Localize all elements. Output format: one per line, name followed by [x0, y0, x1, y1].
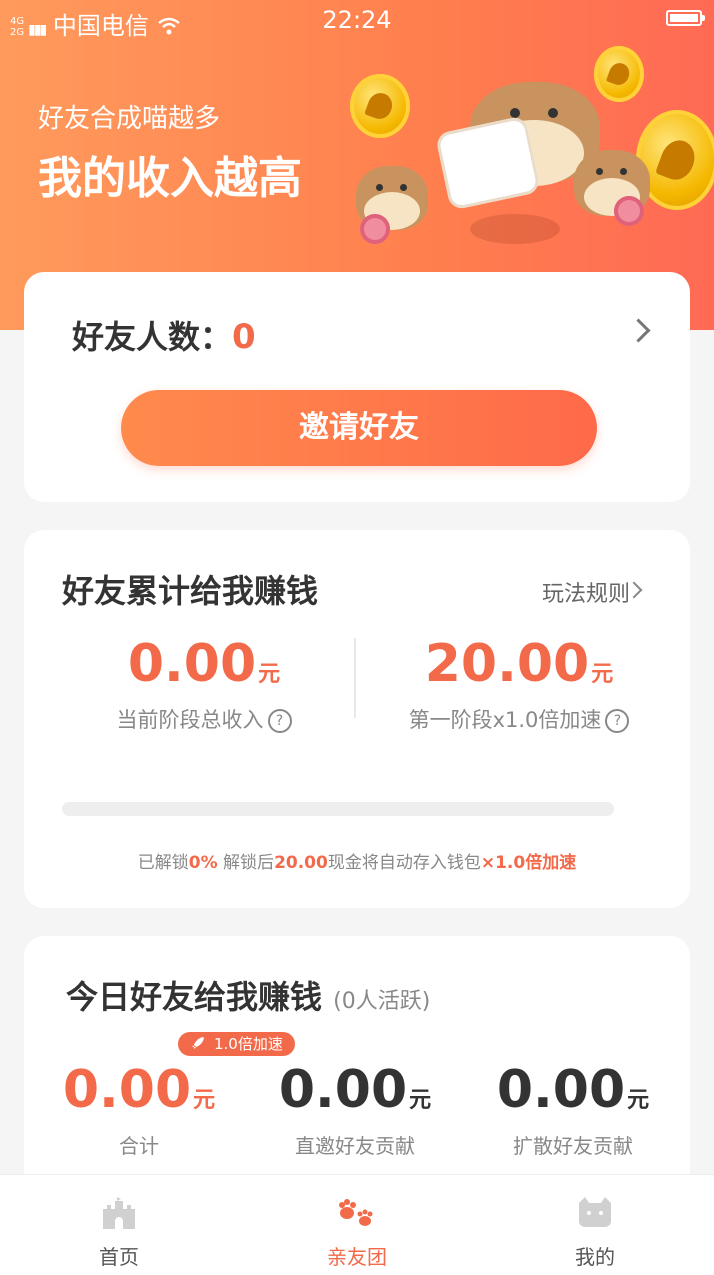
friend-count-row[interactable]: 好友人数：0	[72, 312, 256, 358]
invite-friends-button[interactable]: 邀请好友	[121, 390, 597, 466]
paw-icon	[339, 1199, 373, 1226]
tab-mine-label: 我的	[575, 1245, 615, 1269]
pacifier-image	[614, 196, 644, 226]
today-total-label: 合计	[119, 1134, 159, 1158]
hero-title: 我的收入越高	[38, 153, 302, 204]
direct-friends-value: 0.00	[278, 1060, 408, 1120]
rocket-icon	[192, 1037, 204, 1049]
spread-friends-unit: 元	[627, 1088, 650, 1113]
stage-target-stat: 20.00元 第一阶段x1.0倍加速?	[374, 634, 664, 734]
total-income-stat: 0.00元 当前阶段总收入?	[84, 634, 324, 734]
direct-friends-label: 直邀好友贡献	[295, 1134, 415, 1158]
rules-link[interactable]: 玩法规则	[542, 576, 630, 608]
tab-home-label: 首页	[99, 1245, 139, 1269]
active-count: (0人活跃)	[333, 989, 431, 1014]
status-time: 22:24	[322, 6, 392, 34]
spread-friends-value: 0.00	[496, 1060, 626, 1120]
today-total-stat: 0.00元 合计	[44, 1060, 234, 1159]
direct-friends-stat: 0.00元 直邀好友贡献	[260, 1060, 450, 1159]
today-total-unit: 元	[193, 1088, 216, 1113]
stage-target-label: 第一阶段x1.0倍加速	[408, 708, 602, 732]
total-income-label: 当前阶段总收入	[116, 708, 264, 732]
cumulative-title: 好友累计给我赚钱	[62, 572, 319, 610]
today-title: 今日好友给我赚钱 (0人活跃)	[66, 978, 431, 1016]
friend-count-label: 好友人数：	[72, 318, 233, 356]
today-total-value: 0.00	[62, 1060, 192, 1120]
tab-home[interactable]: 首页	[0, 1175, 238, 1275]
cumulative-earnings-card: 好友累计给我赚钱 玩法规则 0.00元 当前阶段总收入? 20.00元 第一阶段…	[24, 530, 690, 908]
total-income-value: 0.00	[127, 634, 257, 694]
chevron-right-icon[interactable]	[626, 318, 651, 343]
total-income-unit: 元	[258, 662, 281, 687]
tab-friends-group-label: 亲友团	[327, 1245, 387, 1269]
help-icon[interactable]: ?	[605, 709, 630, 733]
stage-target-unit: 元	[591, 662, 614, 687]
bottom-tab-bar: 首页 亲友团 我的	[0, 1174, 714, 1275]
cat-face-icon	[579, 1197, 611, 1227]
help-icon[interactable]: ?	[267, 709, 292, 733]
stage-target-value: 20.00	[424, 634, 590, 694]
castle-icon	[103, 1197, 135, 1229]
spread-friends-label: 扩散好友贡献	[513, 1134, 633, 1158]
direct-friends-unit: 元	[409, 1088, 432, 1113]
friends-card: 好友人数：0 邀请好友	[24, 272, 690, 502]
spread-friends-stat: 0.00元 扩散好友贡献	[478, 1060, 668, 1159]
pacifier-image	[360, 214, 390, 244]
battery-icon	[666, 10, 705, 26]
coin-icon	[350, 74, 410, 138]
speed-badge: 1.0倍加速	[178, 1032, 295, 1056]
unlock-info-text: 已解锁0% 解锁后20.00现金将自动存入钱包×1.0倍加速	[137, 853, 577, 873]
tab-friends-group[interactable]: 亲友团	[238, 1175, 476, 1275]
coin-icon	[594, 46, 644, 102]
tab-mine[interactable]: 我的	[476, 1175, 714, 1275]
stat-divider	[354, 638, 356, 718]
unlock-progress-bar	[62, 802, 614, 816]
friend-count-value: 0	[232, 317, 256, 357]
hero-subtitle: 好友合成喵越多	[38, 104, 221, 134]
status-bar: 4G 2G ▮▮▮ 中国电信 22:24	[0, 0, 714, 40]
